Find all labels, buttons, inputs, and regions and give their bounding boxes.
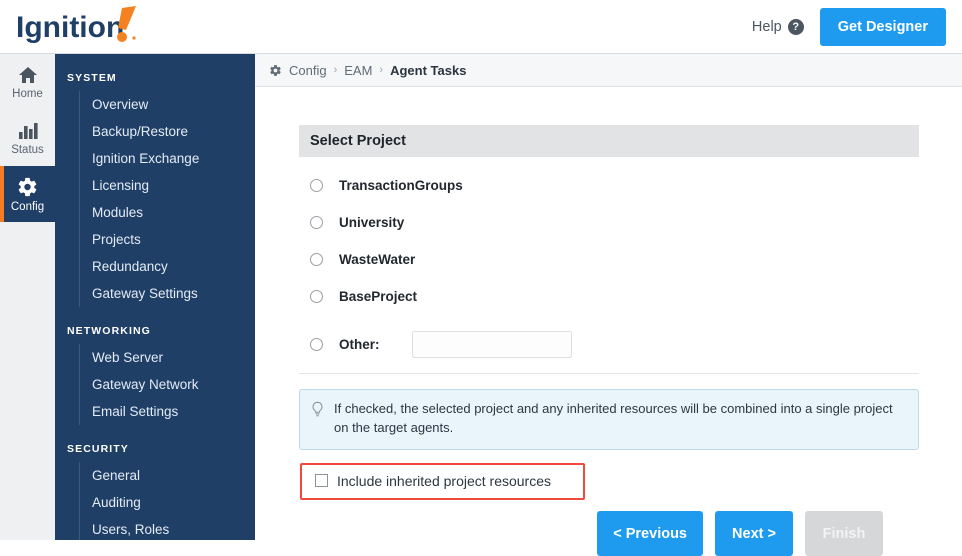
rail-item-status[interactable]: Status (0, 110, 55, 166)
sidebar-item-projects[interactable]: Projects (80, 226, 255, 253)
sidebar-item-overview[interactable]: Overview (80, 91, 255, 118)
main-content: Select Project TransactionGroups Univers… (255, 87, 962, 556)
sidebar-nav: SYSTEM Overview Backup/Restore Ignition … (55, 54, 255, 540)
nav-group-system: Overview Backup/Restore Ignition Exchang… (79, 91, 255, 307)
next-button[interactable]: Next > (715, 511, 793, 556)
sidebar-item-web-server[interactable]: Web Server (80, 344, 255, 371)
radio-wastewater[interactable] (310, 253, 323, 266)
nav-section-title-security: SECURITY (67, 443, 129, 455)
question-circle-icon[interactable]: ? (787, 19, 804, 35)
radio-other[interactable] (310, 337, 323, 351)
sidebar-item-licensing[interactable]: Licensing (80, 172, 255, 199)
project-label: University (339, 215, 405, 230)
sidebar-item-redundancy[interactable]: Redundancy (80, 253, 255, 280)
wizard-actions: < Previous Next > Finish (597, 511, 883, 556)
breadcrumb-separator: › (379, 64, 384, 76)
project-option-baseproject[interactable]: BaseProject (299, 278, 919, 315)
project-option-transactiongroups[interactable]: TransactionGroups (299, 167, 919, 204)
sidebar-item-email-settings[interactable]: Email Settings (80, 398, 255, 425)
sidebar-item-auditing[interactable]: Auditing (80, 489, 255, 516)
project-label: BaseProject (339, 289, 418, 304)
select-project-panel: Select Project TransactionGroups Univers… (299, 125, 919, 556)
include-inherited-highlight: Include inherited project resources (300, 462, 585, 500)
sidebar-item-gateway-settings[interactable]: Gateway Settings (80, 280, 255, 307)
gateway-webpage: Ignition Help ? Get Designer Home Status… (0, 0, 962, 556)
lightbulb-icon (310, 400, 325, 438)
rail-label-home: Home (12, 87, 43, 100)
breadcrumb: Config › EAM › Agent Tasks (255, 54, 962, 87)
header-actions: Help ? Get Designer (752, 0, 946, 54)
other-project-input[interactable] (411, 330, 572, 358)
breadcrumb-item-config[interactable]: Config (289, 63, 327, 78)
nav-group-security: General Auditing Users, Roles (79, 462, 255, 540)
radio-transactiongroups[interactable] (310, 179, 323, 192)
bar-chart-icon (17, 121, 39, 141)
rail-label-status: Status (11, 143, 44, 156)
sidebar-item-ignition-exchange[interactable]: Ignition Exchange (80, 145, 255, 172)
info-callout: If checked, the selected project and any… (299, 389, 919, 450)
get-designer-button[interactable]: Get Designer (819, 8, 946, 46)
help-label: Help (751, 19, 782, 35)
ignition-logo[interactable]: Ignition (14, 4, 144, 50)
sidebar-item-modules[interactable]: Modules (80, 199, 255, 226)
breadcrumb-separator: › (333, 64, 338, 76)
sidebar-item-general[interactable]: General (80, 462, 255, 489)
breadcrumb-item-agent-tasks: Agent Tasks (390, 62, 467, 78)
info-text: If checked, the selected project and any… (334, 401, 893, 435)
project-option-other[interactable]: Other: (299, 321, 919, 367)
gear-icon (16, 176, 39, 198)
project-label: WasteWater (339, 252, 416, 267)
rail-label-config: Config (10, 200, 45, 213)
project-radio-list: TransactionGroups University WasteWater … (299, 157, 919, 367)
sidebar-item-users-roles[interactable]: Users, Roles (80, 516, 255, 540)
radio-university[interactable] (310, 216, 323, 229)
project-label: TransactionGroups (339, 178, 463, 193)
nav-section-title-system: SYSTEM (67, 72, 117, 84)
include-inherited-label: Include inherited project resources (337, 472, 552, 489)
nav-group-networking: Web Server Gateway Network Email Setting… (79, 344, 255, 425)
icon-rail: Home Status Config (0, 54, 55, 540)
rail-item-home[interactable]: Home (0, 54, 55, 110)
project-option-university[interactable]: University (299, 204, 919, 241)
finish-button: Finish (805, 511, 883, 556)
rail-item-config[interactable]: Config (0, 166, 55, 222)
sidebar-item-gateway-network[interactable]: Gateway Network (80, 371, 255, 398)
top-header: Ignition Help ? Get Designer (0, 0, 962, 54)
gear-icon (269, 64, 282, 77)
breadcrumb-item-eam[interactable]: EAM (344, 63, 372, 78)
section-divider (299, 373, 919, 374)
home-icon (17, 65, 39, 85)
include-inherited-checkbox[interactable] (315, 474, 328, 488)
help-link[interactable]: Help ? (752, 19, 804, 35)
other-label: Other: (339, 336, 380, 352)
panel-title: Select Project (299, 125, 919, 157)
radio-baseproject[interactable] (310, 290, 323, 303)
project-option-wastewater[interactable]: WasteWater (299, 241, 919, 278)
sidebar-item-backup-restore[interactable]: Backup/Restore (80, 118, 255, 145)
svg-text:Ignition: Ignition (16, 11, 124, 44)
nav-section-title-networking: NETWORKING (67, 325, 151, 337)
previous-button[interactable]: < Previous (597, 511, 703, 556)
